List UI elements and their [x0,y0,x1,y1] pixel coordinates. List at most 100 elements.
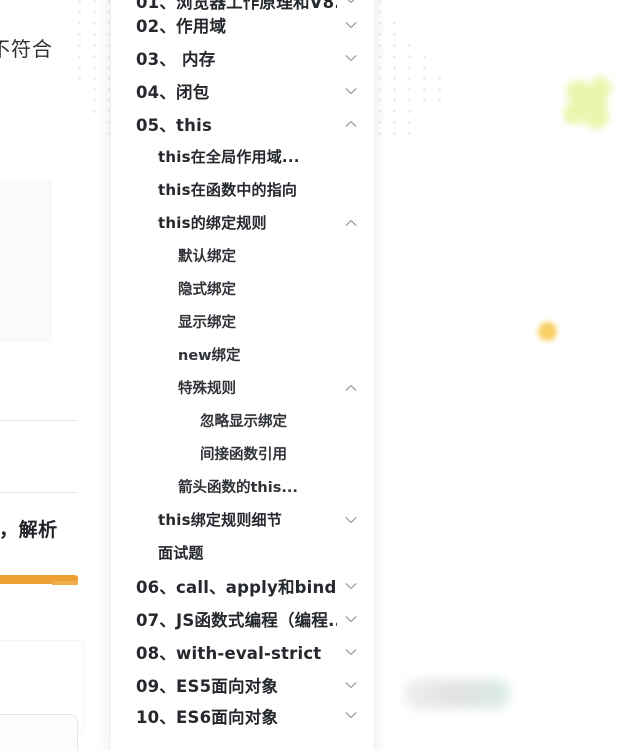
chevron-placeholder [343,182,359,198]
outline-item[interactable]: this绑定规则细节 [110,503,375,536]
decorative-dot [438,88,441,91]
decorative-dot [78,22,81,25]
chevron-placeholder [343,248,359,264]
decorative-dot [93,0,96,3]
decorative-dot [378,22,381,25]
chevron-placeholder [343,545,359,561]
decorative-dot [93,55,96,58]
outline-item-label: 隐式绑定 [178,282,236,298]
chevron-down-icon[interactable] [343,707,359,723]
decorative-dot [378,110,381,113]
decorative-dot [93,77,96,80]
decorative-dot [393,77,396,80]
outline-item[interactable]: 面试题 [110,536,375,569]
chevron-up-icon[interactable] [343,215,359,231]
chevron-down-icon[interactable] [343,50,359,66]
chevron-placeholder [343,314,359,330]
outline-item[interactable]: this在函数中的指向 [110,173,375,206]
outline-item-label: 默认绑定 [178,249,236,265]
fragment-divider-bottom [0,492,78,493]
course-outline-panel[interactable]: 01、浏览器工作原理和V8... 02、作用域 03、 内存 04、闭包 05、this… [110,0,375,750]
outline-item[interactable]: 特殊规则 [110,371,375,404]
decorative-dot [393,99,396,102]
decorative-dot [408,110,411,113]
chevron-placeholder [343,413,359,429]
outline-item[interactable]: 忽略显示绑定 [110,404,375,437]
chevron-up-icon[interactable] [343,380,359,396]
fragment-heading-text: 不符合 [0,37,53,61]
decorative-dot [423,77,426,80]
outline-item[interactable]: 09、ES5面向对象 [110,668,375,701]
outline-item[interactable]: 默认绑定 [110,239,375,272]
outline-item[interactable]: 08、with-eval-strict [110,635,375,668]
chevron-placeholder [343,149,359,165]
outline-item[interactable]: 隐式绑定 [110,272,375,305]
outline-item-label: 间接函数引用 [200,447,287,463]
outline-item[interactable]: 05、this [110,107,375,140]
chevron-down-icon[interactable] [343,644,359,660]
decorative-dot [408,88,411,91]
chevron-down-icon[interactable] [343,512,359,528]
outline-item-label: 箭头函数的this... [178,480,298,496]
chevron-down-icon[interactable] [343,578,359,594]
outline-item-label: 显示绑定 [178,315,236,331]
decorative-dot [378,121,381,124]
outline-item-label: 面试题 [158,544,204,562]
outline-item[interactable]: 06、call、apply和bind... [110,569,375,602]
decorative-dot [408,132,411,135]
outline-item[interactable]: this在全局作用域... [110,140,375,173]
decorative-dot [408,55,411,58]
decorative-dot [393,110,396,113]
chevron-down-icon[interactable] [343,611,359,627]
outline-item[interactable]: 02、作用域 [110,8,375,41]
outline-item-label: 06、call、apply和bind... [136,577,337,597]
decorative-dot [378,44,381,47]
chevron-down-icon[interactable] [343,83,359,99]
decorative-dot [378,88,381,91]
decorative-dot [378,11,381,14]
outline-item-label: 02、作用域 [136,16,227,36]
decorative-dot [78,55,81,58]
decorative-dot [78,44,81,47]
decorative-dot [378,33,381,36]
decorative-dot [438,99,441,102]
chevron-up-icon[interactable] [343,116,359,132]
decorative-dot [423,99,426,102]
outline-item[interactable]: 间接函数引用 [110,437,375,470]
decorative-dot [93,22,96,25]
fragment-highlight-bar [0,575,78,585]
screen: 不符合 s，解析 01、浏览器工作原理和V8... 02、作用域 03、 内存 04、… [0,0,641,750]
decorative-dot [78,66,81,69]
decorative-dot [393,33,396,36]
decorative-dot [378,77,381,80]
chevron-down-icon[interactable] [343,677,359,693]
decorative-dot [393,22,396,25]
outline-item[interactable]: this的绑定规则 [110,206,375,239]
chevron-down-icon[interactable] [343,0,359,8]
decorative-dot [408,99,411,102]
outline-item-label: 03、 内存 [136,49,216,69]
chevron-placeholder [343,479,359,495]
outline-item-label: this在函数中的指向 [158,181,298,199]
decorative-dot [378,99,381,102]
decorative-dot [93,33,96,36]
outline-item-label: 08、with-eval-strict [136,643,322,663]
decorative-dot [393,44,396,47]
decorative-dot [78,77,81,80]
dot-grid-right-decoration [378,0,458,140]
outline-item[interactable]: new绑定 [110,338,375,371]
chevron-down-icon[interactable] [343,17,359,33]
decorative-dot [78,11,81,14]
outline-item[interactable]: 07、JS函数式编程（编程... [110,602,375,635]
fragment-body-text: s，解析 [0,520,58,541]
outline-item-label: this绑定规则细节 [158,511,282,529]
outline-item[interactable]: 显示绑定 [110,305,375,338]
decorative-dot [408,66,411,69]
outline-item[interactable]: 03、 内存 [110,41,375,74]
outline-list[interactable]: 01、浏览器工作原理和V8... 02、作用域 03、 内存 04、闭包 05、this… [110,0,375,727]
decorative-dot [93,66,96,69]
outline-item[interactable]: 01、浏览器工作原理和V8... [110,0,375,12]
outline-item[interactable]: 箭头函数的this... [110,470,375,503]
outline-item[interactable]: 04、闭包 [110,74,375,107]
outline-item[interactable]: 10、ES6面向对象 [110,701,375,727]
